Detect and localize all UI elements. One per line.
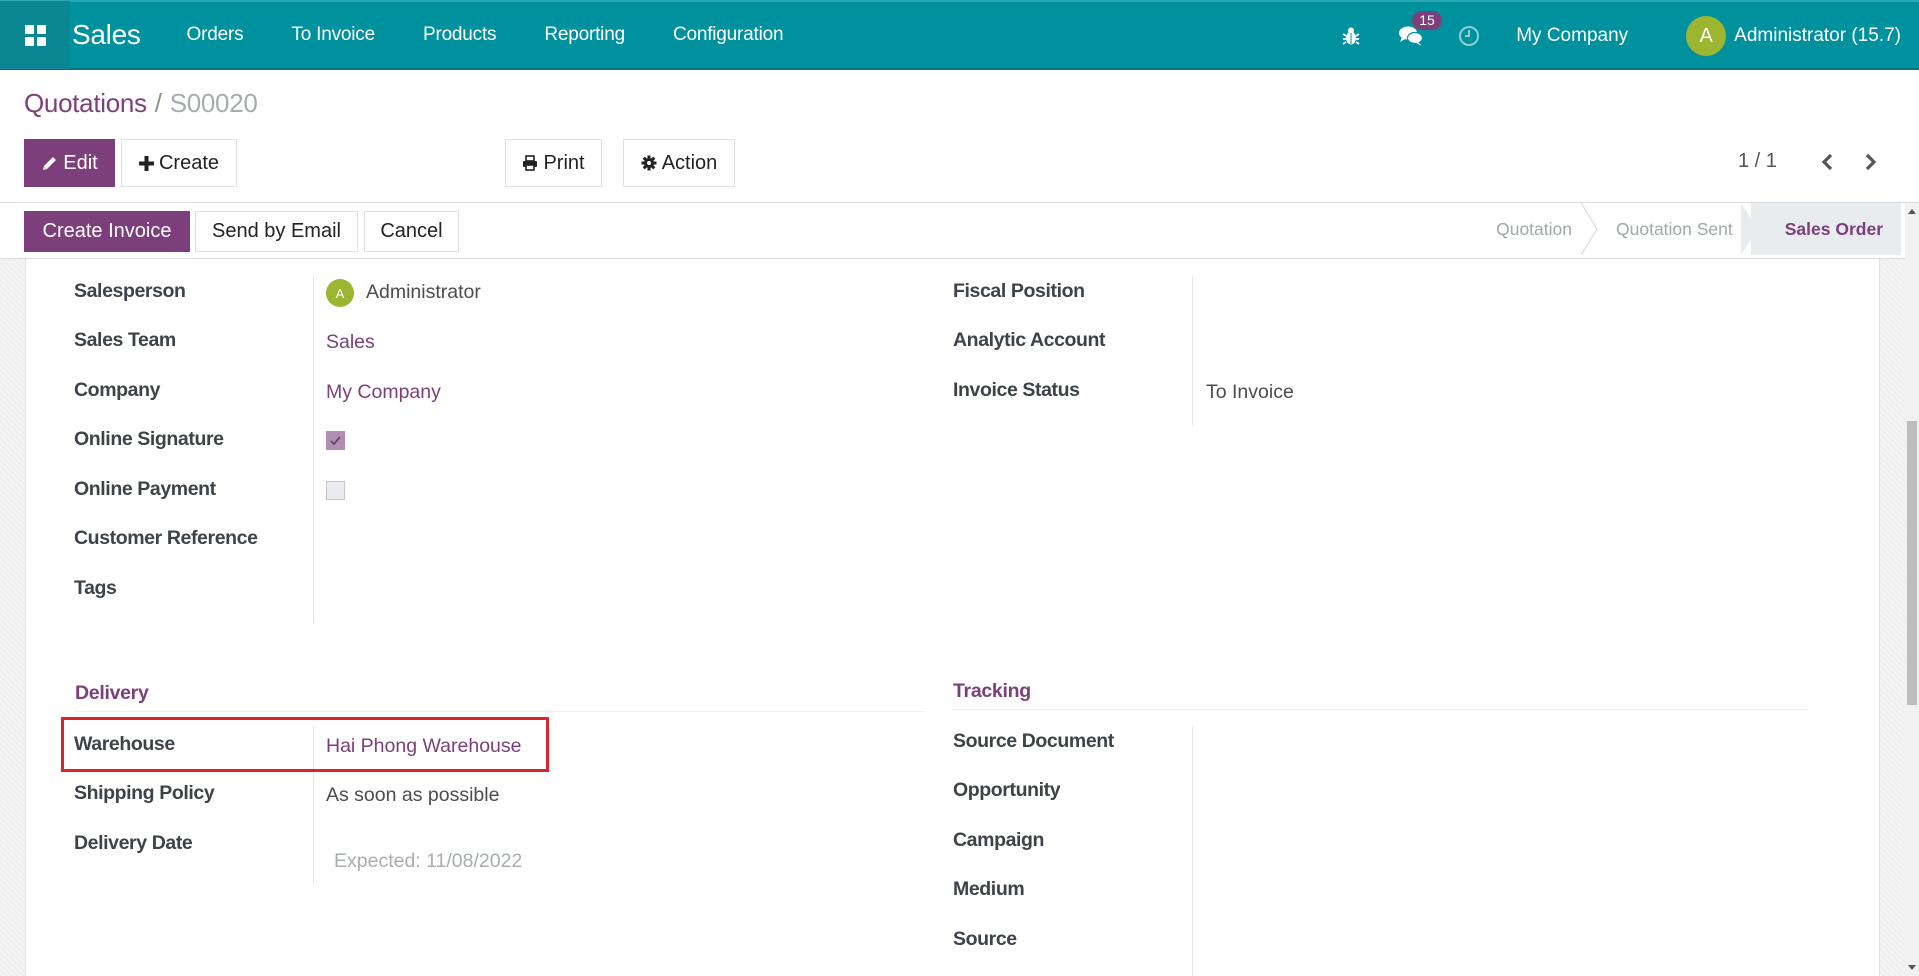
stage-arrow-icon: [1740, 203, 1758, 255]
user-name: Administrator (15.7): [1734, 25, 1901, 46]
apps-grid-icon: [24, 24, 46, 46]
stage-sales-order[interactable]: Sales Order: [1750, 203, 1901, 255]
breadcrumb-current: S00020: [169, 88, 258, 118]
menu-to-invoice[interactable]: To Invoice: [291, 24, 375, 46]
field-divider: [1192, 276, 1193, 426]
pager-value[interactable]: 1 / 1: [1738, 150, 1777, 173]
stage-quotation[interactable]: Quotation: [1496, 203, 1598, 255]
stage-quotation-sent-label: Quotation Sent: [1616, 218, 1733, 239]
print-label: Print: [543, 151, 585, 174]
print-icon: [523, 155, 538, 171]
vertical-scrollbar[interactable]: [1905, 203, 1919, 976]
field-divider: [1192, 726, 1193, 976]
stage-quotation-label: Quotation: [1496, 218, 1572, 239]
breadcrumb-quotations[interactable]: Quotations: [24, 88, 147, 118]
create-label: Create: [158, 151, 220, 174]
label-online-payment: Online Payment: [74, 478, 216, 500]
gear-icon: [641, 155, 657, 171]
send-by-email-label: Send by Email: [212, 220, 341, 242]
breadcrumb-separator: /: [154, 88, 162, 118]
apps-menu-button[interactable]: [0, 1, 70, 69]
app-name[interactable]: Sales: [72, 19, 141, 51]
stage-pipeline: Quotation Quotation Sent Sales Order: [1496, 203, 1901, 255]
section-delivery-divider: [74, 711, 924, 712]
messages-count-badge: 15: [1412, 11, 1442, 30]
warehouse-highlight-box: [61, 717, 549, 772]
label-delivery-date: Delivery Date: [74, 832, 193, 854]
pager-next-button[interactable]: [1859, 148, 1883, 176]
section-tracking-divider: [953, 709, 1809, 710]
menu-products[interactable]: Products: [423, 24, 497, 46]
stage-arrow-icon: [1580, 203, 1598, 255]
field-divider: [313, 276, 314, 623]
label-invoice-status: Invoice Status: [953, 379, 1080, 401]
label-customer-reference: Customer Reference: [74, 527, 258, 549]
create-button[interactable]: Create: [121, 139, 237, 187]
chevron-right-icon: [1865, 153, 1877, 171]
stage-quotation-sent[interactable]: Quotation Sent: [1590, 203, 1758, 255]
label-source: Source: [953, 928, 1017, 950]
checkmark-icon: [330, 436, 341, 445]
action-button[interactable]: Action: [623, 139, 735, 187]
user-avatar: A: [1686, 16, 1727, 56]
menu-configuration[interactable]: Configuration: [673, 24, 784, 46]
label-campaign: Campaign: [953, 829, 1045, 851]
send-by-email-button[interactable]: Send by Email: [195, 211, 358, 252]
label-salesperson: Salesperson: [74, 280, 186, 302]
value-salesperson[interactable]: Administrator: [366, 281, 481, 304]
salesperson-avatar: A: [326, 279, 354, 307]
value-invoice-status: To Invoice: [1206, 381, 1294, 403]
label-fiscal-position: Fiscal Position: [953, 280, 1085, 302]
pencil-icon: [43, 156, 57, 170]
print-button[interactable]: Print: [505, 139, 602, 187]
cancel-label: Cancel: [380, 220, 443, 242]
label-shipping-policy: Shipping Policy: [74, 782, 215, 804]
breadcrumb: Quotations / S00020: [24, 88, 258, 119]
edit-button[interactable]: Edit: [24, 139, 115, 187]
label-tags: Tags: [74, 577, 117, 599]
label-company: Company: [74, 379, 161, 401]
section-tracking-title: Tracking: [953, 680, 1031, 702]
section-delivery-title: Delivery: [75, 682, 149, 704]
user-menu[interactable]: A Administrator (15.7): [1686, 16, 1901, 56]
create-invoice-label: Create Invoice: [42, 220, 172, 242]
status-bar: Create Invoice Send by Email Cancel Quot…: [0, 203, 1919, 259]
value-shipping-policy[interactable]: As soon as possible: [326, 784, 499, 807]
value-sales-team[interactable]: Sales: [326, 331, 375, 354]
form-sheet: [25, 259, 1880, 976]
scroll-up-arrow-icon[interactable]: [1908, 209, 1916, 214]
online-signature-checkbox[interactable]: [326, 431, 345, 450]
online-payment-checkbox[interactable]: [326, 481, 345, 500]
edit-label: Edit: [63, 151, 98, 174]
chevron-left-icon: [1821, 153, 1833, 171]
value-delivery-date: Expected: 11/08/2022: [334, 850, 523, 872]
cancel-button[interactable]: Cancel: [364, 211, 459, 252]
create-invoice-button[interactable]: Create Invoice: [24, 211, 190, 252]
company-switcher[interactable]: My Company: [1516, 25, 1628, 47]
label-online-signature: Online Signature: [74, 428, 224, 450]
scroll-thumb[interactable]: [1907, 421, 1917, 705]
action-label: Action: [661, 151, 718, 174]
label-opportunity: Opportunity: [953, 779, 1061, 801]
bug-icon[interactable]: [1342, 26, 1360, 46]
scroll-down-arrow-icon[interactable]: [1908, 965, 1916, 970]
label-source-document: Source Document: [953, 730, 1114, 752]
plus-icon: [138, 155, 154, 171]
messaging-button[interactable]: 15: [1398, 11, 1442, 47]
label-analytic-account: Analytic Account: [953, 329, 1106, 351]
menu-reporting[interactable]: Reporting: [544, 24, 625, 46]
stage-sales-order-label: Sales Order: [1784, 218, 1883, 239]
activity-clock-icon[interactable]: [1458, 25, 1480, 47]
menu-orders[interactable]: Orders: [187, 24, 244, 46]
top-navbar: Sales Orders To Invoice Products Reporti…: [0, 0, 1919, 70]
pager-previous-button[interactable]: [1815, 148, 1839, 176]
value-company[interactable]: My Company: [326, 381, 441, 404]
label-sales-team: Sales Team: [74, 329, 176, 351]
label-medium: Medium: [953, 878, 1025, 900]
